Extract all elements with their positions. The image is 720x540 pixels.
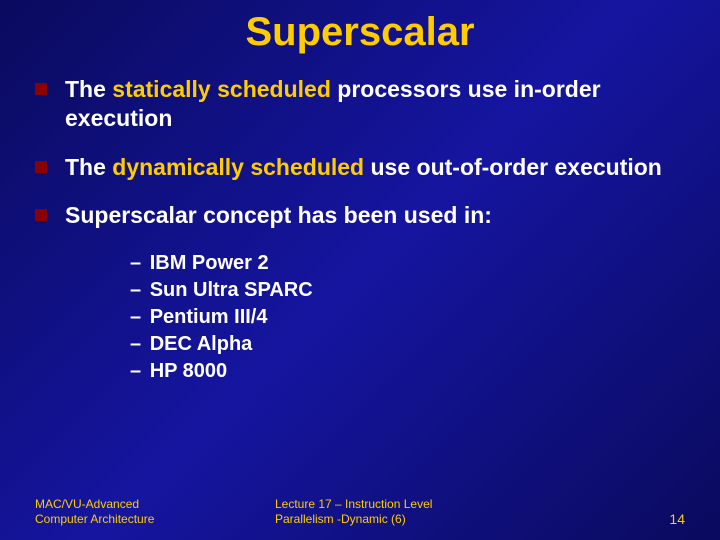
footer-left: MAC/VU-Advanced Computer Architecture [35,497,235,528]
bullet-3-pre: Superscalar concept has been used in: [65,202,492,228]
dash-icon: – [130,252,141,274]
bullet-1: The statically scheduled processors use … [35,75,685,133]
sub-item-3-text: Pentium III/4 [150,306,268,328]
sub-item-5: – HP 8000 [130,358,685,385]
dash-icon: – [130,279,141,301]
sub-item-5-text: HP 8000 [150,360,227,382]
dash-icon: – [130,360,141,382]
slide-title: Superscalar [0,0,720,75]
sub-item-1-text: IBM Power 2 [150,252,269,274]
bullet-1-pre: The [65,76,112,102]
slide-content: The statically scheduled processors use … [0,75,720,385]
footer: MAC/VU-Advanced Computer Architecture Le… [0,497,720,528]
bullet-2: The dynamically scheduled use out-of-ord… [35,153,685,182]
dash-icon: – [130,306,141,328]
sub-list: – IBM Power 2 – Sun Ultra SPARC – Pentiu… [130,250,685,385]
bullet-3: Superscalar concept has been used in: [35,201,685,230]
square-bullet-icon [35,209,47,221]
bullet-2-pre: The [65,154,112,180]
sub-item-1: – IBM Power 2 [130,250,685,277]
sub-item-2: – Sun Ultra SPARC [130,277,685,304]
square-bullet-icon [35,83,47,95]
bullet-1-highlight: statically scheduled [112,76,331,102]
sub-item-4-text: DEC Alpha [150,333,253,355]
footer-left-line2: Computer Architecture [35,512,235,528]
footer-center: Lecture 17 – Instruction Level Paralleli… [235,497,635,528]
sub-item-4: – DEC Alpha [130,331,685,358]
dash-icon: – [130,333,141,355]
square-bullet-icon [35,161,47,173]
sub-item-2-text: Sun Ultra SPARC [150,279,313,301]
footer-center-line2: Parallelism -Dynamic (6) [275,512,635,528]
page-number: 14 [635,510,685,528]
bullet-2-highlight: dynamically scheduled [112,154,364,180]
sub-item-3: – Pentium III/4 [130,304,685,331]
bullet-2-post: use out-of-order execution [364,154,662,180]
footer-center-line1: Lecture 17 – Instruction Level [275,497,635,513]
footer-left-line1: MAC/VU-Advanced [35,497,235,513]
